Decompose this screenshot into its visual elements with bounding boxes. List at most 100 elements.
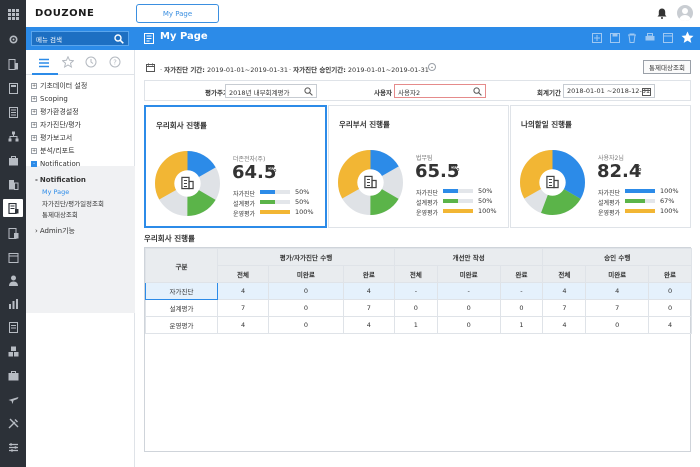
page-title: My Page: [160, 31, 208, 42]
save-icon[interactable]: [610, 33, 620, 43]
cycle-input[interactable]: 2018년 내부회계평가: [225, 84, 317, 98]
doc-list-icon[interactable]: [7, 107, 19, 118]
collapse-icon[interactable]: -: [31, 160, 37, 167]
gear-icon[interactable]: [7, 34, 19, 45]
table-row[interactable]: 자가진단 4 0 4- - -4 4 0: [145, 282, 692, 300]
table-cell[interactable]: 4: [648, 316, 692, 334]
boxes-icon[interactable]: [7, 346, 19, 357]
sidebar-item-basic-data[interactable]: + 기초데이터 설정: [31, 79, 134, 92]
table-cell[interactable]: 0: [268, 316, 344, 334]
sidebar-item-scoping[interactable]: + Scoping: [31, 92, 134, 105]
table-row[interactable]: 운영평가 4 0 4 1 0 1 4 0 4: [145, 316, 692, 334]
table-cell[interactable]: 0: [499, 299, 544, 317]
table-cell[interactable]: 7: [216, 299, 270, 317]
favorite-star-icon[interactable]: [681, 31, 694, 44]
fiscal-input[interactable]: 2018-01-01 ~2018-12-31: [563, 84, 655, 98]
bar-chart-icon[interactable]: [7, 298, 19, 309]
table-cell[interactable]: 7: [342, 299, 395, 317]
table-cell[interactable]: 4: [216, 282, 270, 300]
target-lookup-button[interactable]: 통제대상조회: [643, 60, 691, 74]
table-cell[interactable]: -: [436, 282, 501, 300]
tools-icon[interactable]: [7, 418, 19, 429]
grid-menu-icon[interactable]: [7, 9, 19, 20]
new-icon[interactable]: [592, 33, 602, 43]
table-cell[interactable]: 4: [542, 316, 587, 334]
sidebar-subitem-my-page[interactable]: My Page: [31, 186, 134, 197]
table-cell[interactable]: 0: [585, 316, 650, 334]
table-cell[interactable]: 7: [542, 299, 587, 317]
table-cell[interactable]: 0: [268, 299, 344, 317]
user-input[interactable]: 사용자2: [394, 84, 486, 98]
avatar[interactable]: [677, 5, 693, 21]
sidebar-item-notification[interactable]: - Notification: [31, 157, 134, 170]
search-icon[interactable]: [473, 87, 482, 96]
table-cell[interactable]: 0: [648, 282, 692, 300]
table-cell[interactable]: 0: [268, 282, 344, 300]
chevron-down-icon[interactable]: ⌄: [428, 63, 436, 71]
table-cell[interactable]: 4: [342, 316, 395, 334]
expand-icon[interactable]: +: [31, 147, 37, 154]
delete-icon[interactable]: [627, 33, 637, 43]
settings-sliders-icon[interactable]: [7, 442, 19, 453]
table-cell[interactable]: 0: [393, 299, 438, 317]
row-name-cell[interactable]: 설계평가: [145, 299, 218, 317]
briefcase-icon[interactable]: [7, 370, 19, 381]
table-cell[interactable]: 7: [585, 299, 650, 317]
calendar-grid-icon[interactable]: [7, 252, 19, 263]
expand-icon[interactable]: +: [31, 108, 37, 115]
table-cell[interactable]: 4: [542, 282, 587, 300]
bag-icon[interactable]: [7, 155, 19, 166]
calendar-icon[interactable]: [642, 87, 651, 96]
bell-icon[interactable]: [657, 8, 667, 19]
tab-my-page[interactable]: My Page: [136, 4, 219, 23]
sidebar-item-self-eval[interactable]: + 자가진단/평가: [31, 118, 134, 131]
expand-icon[interactable]: +: [31, 95, 37, 102]
expand-icon[interactable]: +: [31, 82, 37, 89]
window-icon[interactable]: [663, 33, 673, 43]
history-icon[interactable]: [85, 56, 97, 68]
department-progress-card[interactable]: 우리부서 진행률 법무팀 65.5 % 자가진단 50% 설계평가 50% 운영…: [328, 105, 509, 228]
help-icon[interactable]: ?: [109, 56, 121, 68]
sidebar-item-analysis[interactable]: + 분석/리포트: [31, 144, 134, 157]
table-cell[interactable]: 4: [216, 316, 270, 334]
print-icon[interactable]: [645, 33, 655, 43]
table-cell[interactable]: -: [499, 282, 544, 300]
document-icon[interactable]: [7, 322, 19, 333]
table-cell[interactable]: 1: [499, 316, 544, 334]
search-icon[interactable]: [304, 87, 313, 96]
expand-icon[interactable]: +: [31, 121, 37, 128]
table-cell[interactable]: 0: [436, 316, 501, 334]
table-cell[interactable]: 1: [393, 316, 438, 334]
sidebar-subitem-target[interactable]: 통제대상조회: [31, 208, 134, 219]
sidebar-item-eval-env[interactable]: + 평가환경설정: [31, 105, 134, 118]
table-cell[interactable]: 0: [648, 299, 692, 317]
sidebar-item-admin[interactable]: › Admin기능: [31, 224, 134, 237]
person-icon[interactable]: [7, 275, 19, 286]
menu-list-icon[interactable]: [38, 57, 50, 69]
company-progress-card[interactable]: 우리회사 진행률 더존전자(주) 64.5 % 자가진단 50% 설계평가 50…: [144, 105, 327, 228]
table-cell[interactable]: 4: [342, 282, 395, 300]
search-icon[interactable]: [114, 34, 124, 44]
calculator-icon[interactable]: [7, 83, 19, 94]
report-doc-icon[interactable]: [7, 228, 19, 239]
my-task-progress-card[interactable]: 나의할일 진행률 사용자2님 82.4 % 자가진단 100% 설계평가 67%…: [510, 105, 691, 228]
sidebar-group-notification[interactable]: - Notification: [31, 173, 134, 186]
sidebar-subitem-schedule[interactable]: 자가진단/평가일정조회: [31, 197, 134, 208]
row-name-cell[interactable]: 운영평가: [145, 316, 218, 334]
building-doc-icon[interactable]: [7, 59, 19, 70]
org-chart-icon[interactable]: [7, 131, 19, 142]
sidebar-item-eval-report[interactable]: + 평가보고서: [31, 131, 134, 144]
expand-icon[interactable]: +: [31, 134, 37, 141]
building-icon[interactable]: [7, 179, 19, 190]
row-name-cell[interactable]: 자가진단: [145, 282, 218, 300]
star-outline-icon[interactable]: [61, 55, 75, 69]
airplane-icon[interactable]: [7, 394, 19, 405]
table-cell[interactable]: 0: [436, 299, 501, 317]
table-cell[interactable]: 4: [585, 282, 650, 300]
table-cell[interactable]: -: [393, 282, 438, 300]
sidebar-item-label: Scoping: [40, 94, 68, 103]
menu-search-input[interactable]: 메뉴 검색: [31, 31, 129, 46]
table-row[interactable]: 설계평가 7 0 7 0 0 0 7 7 0: [145, 299, 692, 317]
control-doc-icon[interactable]: [3, 199, 23, 217]
approve-period-value: 2019-01-01~2019-01-31: [347, 66, 429, 74]
